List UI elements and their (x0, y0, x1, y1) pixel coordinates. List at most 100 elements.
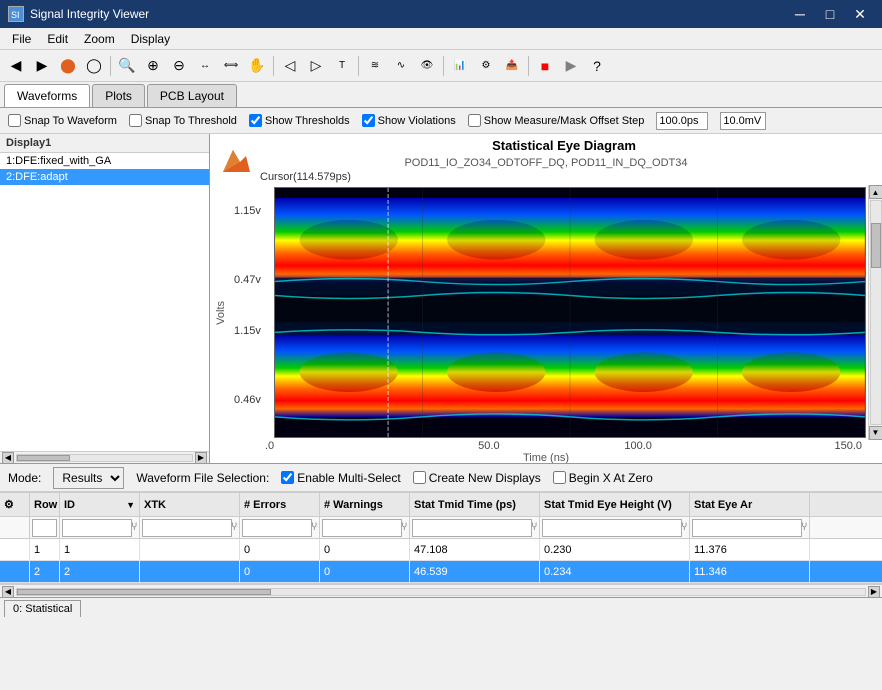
show-violations-option[interactable]: Show Violations (362, 114, 456, 127)
filter-tmid-time-input[interactable] (412, 519, 532, 537)
filter-tmid-height-input[interactable] (542, 519, 682, 537)
create-new-displays-checkbox[interactable] (413, 471, 426, 484)
filter-errors-icon[interactable]: Ⴤ (312, 522, 317, 533)
v-scroll-track[interactable] (870, 200, 882, 425)
table-scroll-right[interactable]: ▶ (868, 586, 880, 598)
sidebar-list[interactable]: 1:DFE:fixed_with_GA 2:DFE:adapt (0, 153, 209, 451)
toolbar-cursor-left[interactable]: ◁ (278, 54, 302, 78)
enable-multi-select-checkbox[interactable] (281, 471, 294, 484)
filter-warnings-icon[interactable]: Ⴤ (402, 522, 407, 533)
toolbar-help[interactable]: ? (585, 54, 609, 78)
mode-bar: Mode: Results Waveform File Selection: E… (0, 464, 882, 492)
menu-display[interactable]: Display (123, 30, 178, 48)
close-button[interactable]: ✕ (846, 4, 874, 24)
v-scroll-up[interactable]: ▲ (869, 185, 882, 199)
y-axis-label: Volts (210, 185, 232, 440)
chart-title: Statistical Eye Diagram (210, 134, 882, 157)
toolbar-sep-5 (528, 56, 529, 76)
offset-val-input[interactable] (720, 112, 766, 130)
menu-file[interactable]: File (4, 30, 39, 48)
td-row-2-xtk (140, 561, 240, 582)
toolbar-zoom-fit[interactable]: ↔ (193, 54, 217, 78)
table-scroll-left[interactable]: ◀ (2, 586, 14, 598)
show-measure-mask-option[interactable]: Show Measure/Mask Offset Step (468, 114, 645, 127)
toolbar-back[interactable]: ◀ (4, 54, 28, 78)
filter-tmid-time-icon[interactable]: Ⴤ (532, 522, 537, 533)
title-bar: SI Signal Integrity Viewer ─ □ ✕ (0, 0, 882, 28)
th-warnings: # Warnings (320, 493, 410, 516)
menu-zoom[interactable]: Zoom (76, 30, 123, 48)
table-track[interactable] (16, 588, 866, 596)
sidebar-h-scrollbar[interactable]: ◀ ▶ (0, 451, 209, 463)
sidebar-item-1[interactable]: 2:DFE:adapt (0, 169, 209, 185)
tab-plots[interactable]: Plots (92, 84, 145, 107)
toolbar-play[interactable]: ▶ (559, 54, 583, 78)
bottom-tab-statistical[interactable]: 0: Statistical (4, 600, 81, 617)
toolbar-settings[interactable]: ⚙ (474, 54, 498, 78)
toolbar-cursor-right[interactable]: ▷ (304, 54, 328, 78)
toolbar-measure[interactable]: T (330, 54, 354, 78)
y-tick-2: 1.15v (234, 325, 261, 337)
filter-xtk-input[interactable] (142, 519, 232, 537)
tab-pcb-layout[interactable]: PCB Layout (147, 84, 237, 107)
snap-to-waveform-checkbox[interactable] (8, 114, 21, 127)
create-new-displays-option[interactable]: Create New Displays (413, 471, 541, 485)
begin-x-at-zero-label: Begin X At Zero (569, 471, 653, 485)
scroll-track[interactable] (16, 454, 193, 462)
menu-edit[interactable]: Edit (39, 30, 76, 48)
table-row[interactable]: 1 1 0 0 47.108 0.230 11.376 (0, 539, 882, 561)
toolbar-zoom-full[interactable]: ⟺ (219, 54, 243, 78)
app-icon: SI (8, 6, 24, 22)
v-scroll-down[interactable]: ▼ (869, 426, 882, 440)
filter-id-icon[interactable]: Ⴤ (132, 522, 137, 533)
filter-errors-input[interactable] (242, 519, 312, 537)
filter-stat-eye-input[interactable] (692, 519, 802, 537)
chart-plot[interactable] (274, 187, 866, 438)
toolbar-stop[interactable]: ■ (533, 54, 557, 78)
tab-waveforms[interactable]: Waveforms (4, 84, 90, 107)
enable-multi-select-option[interactable]: Enable Multi-Select (281, 471, 400, 485)
snap-to-waveform-option[interactable]: Snap To Waveform (8, 114, 117, 127)
table-scroll-track[interactable]: ◀ ▶ (0, 584, 882, 597)
show-violations-checkbox[interactable] (362, 114, 375, 127)
toolbar-zoom-region[interactable]: 🔍 (115, 54, 139, 78)
gear-icon[interactable]: ⚙ (4, 498, 14, 511)
minimize-button[interactable]: ─ (786, 4, 814, 24)
show-thresholds-option[interactable]: Show Thresholds (249, 114, 350, 127)
filter-stat-eye-icon[interactable]: Ⴤ (802, 522, 807, 533)
snap-to-threshold-option[interactable]: Snap To Threshold (129, 114, 237, 127)
toolbar-chart[interactable]: 📊 (448, 54, 472, 78)
maximize-button[interactable]: □ (816, 4, 844, 24)
chart-v-scrollbar[interactable]: ▲ ▼ (868, 185, 882, 440)
toolbar-eye[interactable]: 👁 (415, 54, 439, 78)
toolbar-forward[interactable]: ▶ (30, 54, 54, 78)
begin-x-at-zero-checkbox[interactable] (553, 471, 566, 484)
show-thresholds-checkbox[interactable] (249, 114, 262, 127)
sidebar-item-0[interactable]: 1:DFE:fixed_with_GA (0, 153, 209, 169)
begin-x-at-zero-option[interactable]: Begin X At Zero (553, 471, 653, 485)
filter-tmid-height-icon[interactable]: Ⴤ (682, 522, 687, 533)
scroll-right-arrow[interactable]: ▶ (195, 452, 207, 464)
table-h-scrollbar[interactable]: ◀ ▶ (0, 583, 882, 597)
toolbar-pan[interactable]: ✋ (245, 54, 269, 78)
toolbar-zoom-in[interactable]: ⊕ (141, 54, 165, 78)
mode-select[interactable]: Results (53, 467, 124, 489)
toolbar-cycle[interactable]: ◯ (82, 54, 106, 78)
toolbar-color[interactable]: ⬤ (56, 54, 80, 78)
filter-warnings-input[interactable] (322, 519, 402, 537)
th-id-sort[interactable]: ▼ (126, 500, 135, 510)
toolbar-sep-2 (273, 56, 274, 76)
toolbar-waveform[interactable]: ≋ (363, 54, 387, 78)
table-row[interactable]: 2 2 0 0 46.539 0.234 11.346 (0, 561, 882, 583)
toolbar-zoom-out[interactable]: ⊖ (167, 54, 191, 78)
show-measure-mask-checkbox[interactable] (468, 114, 481, 127)
filter-xtk-icon[interactable]: Ⴤ (232, 522, 237, 533)
snap-to-threshold-checkbox[interactable] (129, 114, 142, 127)
toolbar-export[interactable]: 📤 (500, 54, 524, 78)
offset-step-input[interactable] (656, 112, 708, 130)
filter-row-input[interactable] (32, 519, 57, 537)
filter-id-input[interactable] (62, 519, 132, 537)
th-xtk-label: XTK (144, 499, 166, 511)
scroll-left-arrow[interactable]: ◀ (2, 452, 14, 464)
toolbar-spectrum[interactable]: ∿ (389, 54, 413, 78)
